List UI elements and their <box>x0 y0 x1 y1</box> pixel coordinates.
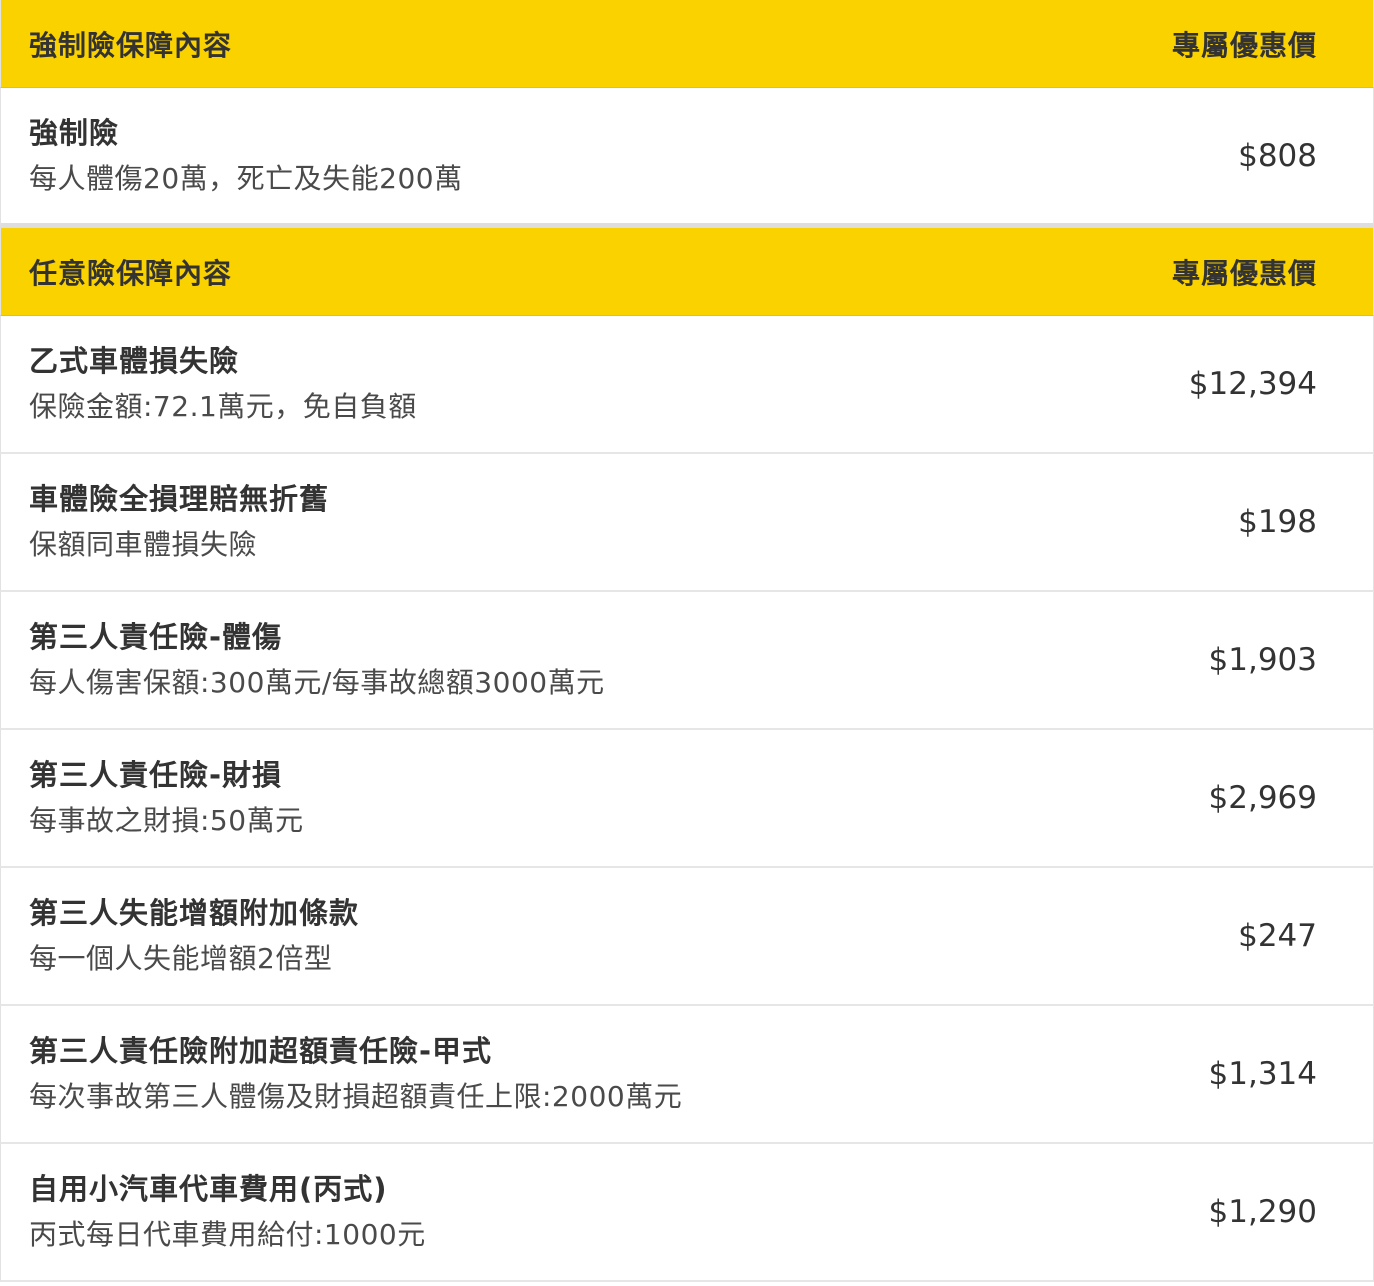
coverage-row: 第三人失能增額附加條款 每一個人失能增額2倍型 $247 <box>0 868 1374 1006</box>
coverage-name: 強制險 <box>29 115 120 150</box>
coverage-price: $247 <box>1238 918 1317 954</box>
optional-header-price-label: 專屬優惠價 <box>1171 256 1317 290</box>
coverage-price: $2,969 <box>1208 780 1317 816</box>
insurance-coverage-table: 強制險保障內容 專屬優惠價 強制險 每人體傷20萬，死亡及失能200萬 $808… <box>0 0 1374 1282</box>
coverage-price: $1,314 <box>1208 1056 1317 1092</box>
coverage-name: 第三人責任險附加超額責任險-甲式 <box>29 1034 493 1068</box>
compulsory-header-price-label: 專屬優惠價 <box>1171 28 1317 62</box>
coverage-row: 自用小汽車代車費用(丙式) 丙式每日代車費用給付:1000元 $1,290 <box>0 1144 1374 1282</box>
coverage-desc: 每次事故第三人體傷及財損超額責任上限:2000萬元 <box>29 1080 683 1113</box>
optional-header-title: 任意險保障內容 <box>29 256 233 290</box>
compulsory-header-title: 強制險保障內容 <box>29 28 233 62</box>
coverage-price: $1,290 <box>1208 1194 1317 1230</box>
coverage-row: 乙式車體損失險 保險金額:72.1萬元，免自負額 $12,394 <box>0 316 1374 454</box>
coverage-name: 乙式車體損失險 <box>29 344 240 378</box>
coverage-desc: 保險金額:72.1萬元，免自負額 <box>29 390 417 423</box>
coverage-desc: 每事故之財損:50萬元 <box>29 804 304 837</box>
coverage-price: $198 <box>1238 504 1317 540</box>
coverage-row: 第三人責任險-財損 每事故之財損:50萬元 $2,969 <box>0 730 1374 868</box>
coverage-desc: 丙式每日代車費用給付:1000元 <box>29 1218 426 1251</box>
coverage-row: 第三人責任險附加超額責任險-甲式 每次事故第三人體傷及財損超額責任上限:2000… <box>0 1006 1374 1144</box>
coverage-row-compulsory: 強制險 每人體傷20萬，死亡及失能200萬 $808 <box>0 88 1374 228</box>
coverage-row: 第三人責任險-體傷 每人傷害保額:300萬元/每事故總額3000萬元 $1,90… <box>0 592 1374 730</box>
coverage-name: 第三人責任險-財損 <box>29 758 283 792</box>
optional-header: 任意險保障內容 專屬優惠價 <box>0 228 1374 316</box>
coverage-desc: 保額同車體損失險 <box>29 528 258 561</box>
coverage-price: $1,903 <box>1208 642 1317 678</box>
coverage-price: $808 <box>1238 137 1317 174</box>
coverage-name: 自用小汽車代車費用(丙式) <box>29 1172 388 1206</box>
coverage-desc: 每人體傷20萬，死亡及失能200萬 <box>29 161 463 195</box>
compulsory-header: 強制險保障內容 專屬優惠價 <box>0 0 1374 88</box>
coverage-name: 車體險全損理賠無折舊 <box>29 482 330 516</box>
coverage-row: 車體險全損理賠無折舊 保額同車體損失險 $198 <box>0 454 1374 592</box>
coverage-name: 第三人失能增額附加條款 <box>29 896 360 930</box>
coverage-desc: 每一個人失能增額2倍型 <box>29 942 333 975</box>
coverage-name: 第三人責任險-體傷 <box>29 620 283 654</box>
coverage-price: $12,394 <box>1188 366 1317 402</box>
coverage-desc: 每人傷害保額:300萬元/每事故總額3000萬元 <box>29 666 605 699</box>
